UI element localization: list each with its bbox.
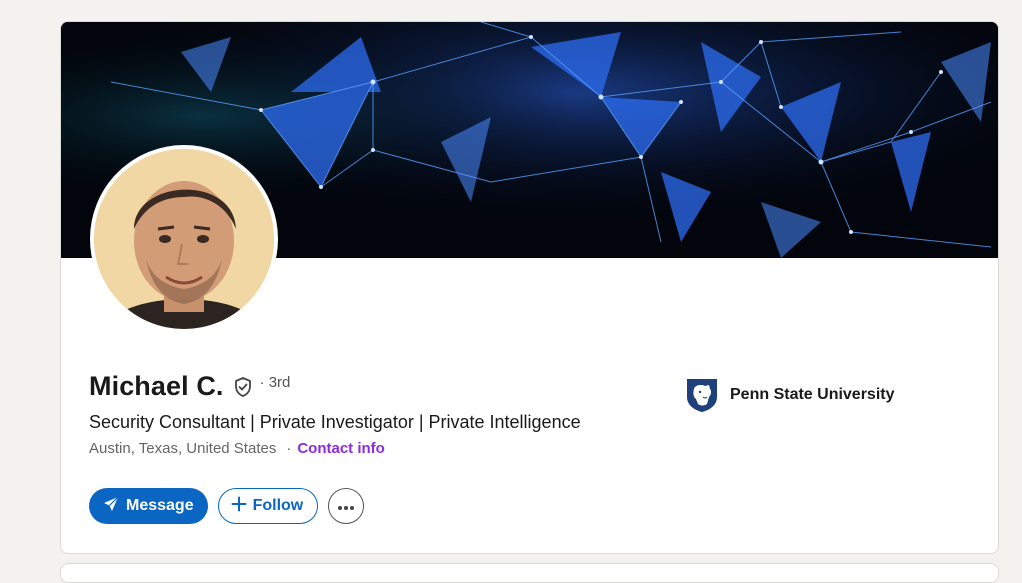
contact-info-link[interactable]: Contact info — [297, 440, 385, 457]
profile-avatar[interactable] — [90, 145, 278, 333]
profile-card: Michael C. · 3rd Security Consultant | P… — [60, 21, 999, 554]
message-button[interactable]: Message — [89, 488, 208, 524]
message-button-label: Message — [126, 497, 194, 514]
plus-icon — [231, 496, 247, 517]
more-actions-button[interactable] — [328, 488, 365, 524]
education-school-name: Penn State University — [730, 386, 895, 403]
connection-degree: · 3rd — [259, 374, 291, 391]
profile-actions: Message Follow — [89, 488, 365, 524]
next-section-card — [60, 563, 999, 583]
name-row: Michael C. · 3rd — [89, 371, 290, 402]
profile-headline: Security Consultant | Private Investigat… — [89, 412, 581, 432]
follow-button-label: Follow — [252, 497, 304, 514]
paper-plane-icon — [103, 496, 119, 517]
education-link[interactable]: Penn State University — [685, 377, 895, 413]
shield-check-icon[interactable] — [232, 376, 254, 398]
ellipsis-icon — [337, 499, 355, 514]
location-row: Austin, Texas, United States · Contact i… — [89, 440, 385, 457]
separator-dot: · — [286, 440, 292, 457]
profile-name: Michael C. — [89, 371, 224, 401]
penn-state-logo-icon — [685, 377, 719, 413]
profile-location: Austin, Texas, United States — [89, 440, 277, 457]
follow-button[interactable]: Follow — [217, 488, 319, 524]
